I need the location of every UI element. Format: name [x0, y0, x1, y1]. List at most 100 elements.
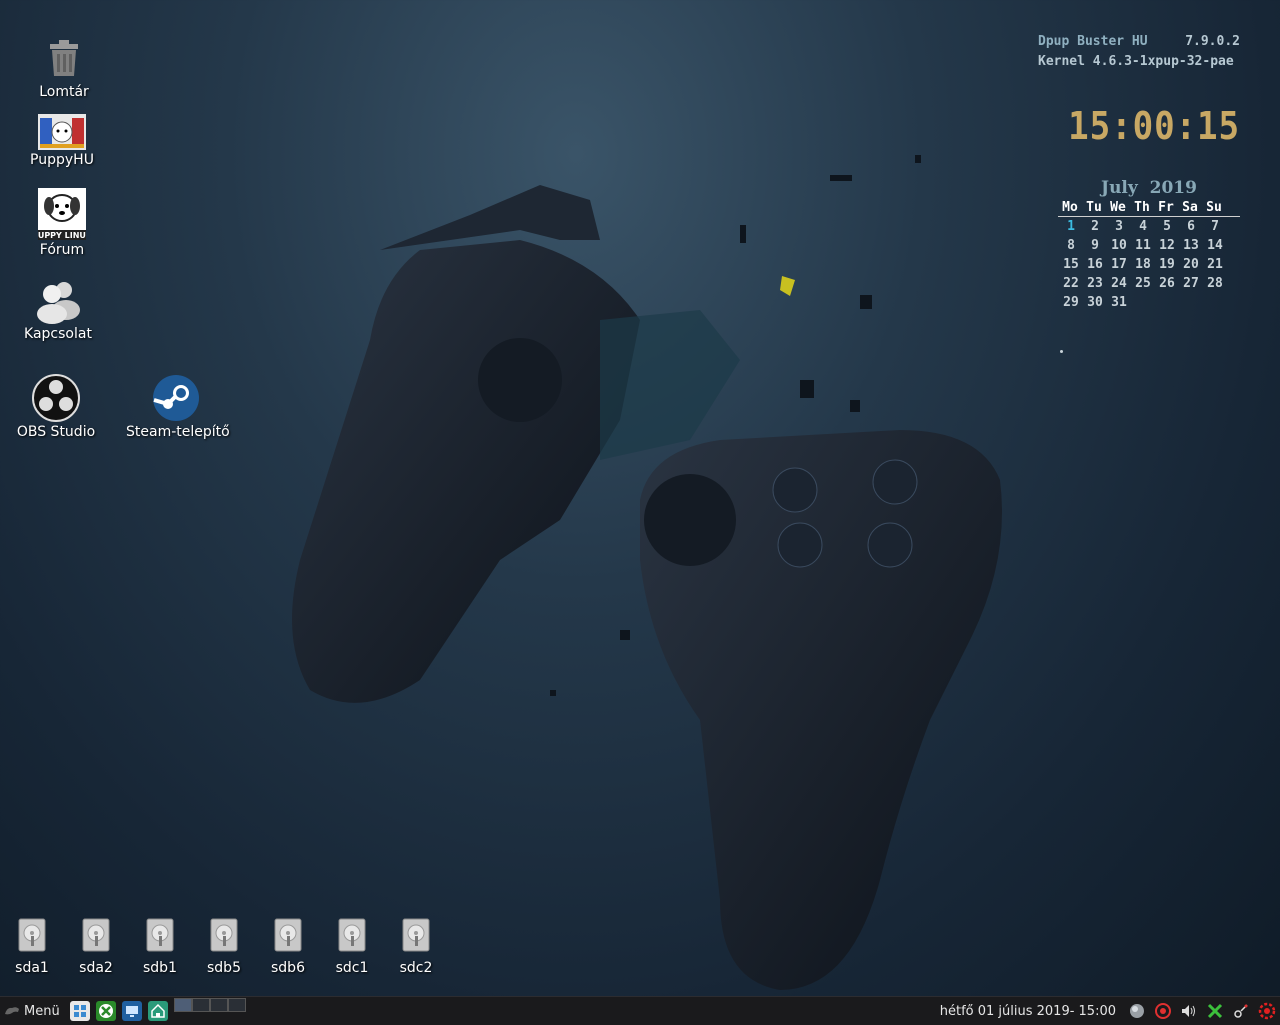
desktop-icon-label: PuppyHU [30, 152, 94, 168]
system-tray: hétfő 01 július 2019- 15:00 [940, 997, 1280, 1025]
calendar-day: 8 [1067, 238, 1075, 253]
drive-icon [81, 918, 111, 952]
steam-icon [152, 374, 200, 422]
weekday: Mo [1062, 200, 1078, 215]
calendar-header: July 2019 [1058, 178, 1240, 198]
calendar-day: 13 [1183, 238, 1199, 253]
desktop-icon-label: Lomtár [39, 84, 89, 100]
calendar-day: 4 [1139, 219, 1147, 234]
drive-icon [17, 918, 47, 952]
users-icon [34, 276, 82, 324]
drive-label: sdb1 [143, 960, 177, 976]
desktop-icon-label: Fórum [39, 242, 85, 258]
workspace-4[interactable] [227, 998, 246, 1012]
drive-icon [273, 918, 303, 952]
calendar-day: 1 [1067, 219, 1075, 234]
calendar-day: 12 [1159, 238, 1175, 253]
drive-label: sda1 [15, 960, 49, 976]
calendar-days: 1 2 3 4 5 6 7 8 9 10 11 12 13 14 15 16 17 18 19 20 21 22 23 24 2… [1058, 219, 1240, 310]
calendar-day: 30 [1087, 295, 1103, 310]
desktop-icon-steam[interactable]: Steam-telepítő [126, 374, 230, 440]
weekday: We [1110, 200, 1126, 215]
calendar-day: 17 [1111, 257, 1127, 272]
drive-sdb6[interactable]: sdb6 [261, 918, 315, 976]
desktop-icon-obs[interactable]: OBS Studio [6, 374, 106, 440]
workspace-2[interactable] [191, 998, 210, 1012]
desktop-icon-forum[interactable]: PUPPY LINUX Fórum [12, 188, 112, 258]
windows-icon[interactable] [69, 1001, 90, 1021]
home-folder-icon[interactable] [147, 1001, 168, 1021]
menu-label: Menü [24, 1003, 60, 1019]
svg-text:PUPPY LINUX: PUPPY LINUX [38, 231, 86, 240]
drive-sdb5[interactable]: sdb5 [197, 918, 251, 976]
calendar-day: 19 [1159, 257, 1175, 272]
calendar-day: 2 [1091, 219, 1099, 234]
drive-label: sdb6 [271, 960, 305, 976]
calendar-day: 5 [1163, 219, 1171, 234]
drive-label: sda2 [79, 960, 113, 976]
drive-sdb1[interactable]: sdb1 [133, 918, 187, 976]
drive-icon [401, 918, 431, 952]
workspace-1[interactable] [173, 998, 192, 1012]
drive-icon [209, 918, 239, 952]
calendar-day: 23 [1087, 276, 1103, 291]
puppy-linux-forum-icon: PUPPY LINUX [38, 188, 86, 240]
conky-calendar: July 2019 Mo Tu We Th Fr Sa Su 123456789… [1058, 178, 1240, 353]
desktop-icon-trash[interactable]: Lomtár [14, 34, 114, 100]
desktop-icon-label: Steam-telepítő [126, 424, 230, 440]
drive-label: sdc2 [399, 960, 433, 976]
weekday: Th [1134, 200, 1150, 215]
puppyhu-icon [38, 114, 86, 150]
desktop-icon-contact[interactable]: Kapcsolat [8, 276, 108, 342]
calendar-day: 28 [1207, 276, 1223, 291]
x-icon[interactable] [1205, 1001, 1225, 1021]
drive-icon [145, 918, 175, 952]
calendar-day: 29 [1063, 295, 1079, 310]
conky-system-info: Dpup Buster HU 7.9.0.2 Kernel 4.6.3-1xpu… [1038, 32, 1240, 72]
xbox-icon[interactable] [95, 1001, 116, 1021]
kernel-label: Kernel [1038, 54, 1085, 69]
taskbar-datetime[interactable]: hétfő 01 július 2019- 15:00 [940, 1004, 1116, 1019]
taskbar: Menü hétfő 01 július 2019- 15:00 [0, 996, 1280, 1025]
calendar-day: 9 [1091, 238, 1099, 253]
record-icon[interactable] [1153, 1001, 1173, 1021]
weekday: Su [1206, 200, 1222, 215]
power-icon[interactable] [1257, 1001, 1277, 1021]
desktop-icon-label: Kapcsolat [24, 326, 92, 342]
volume-icon[interactable] [1179, 1001, 1199, 1021]
trash-icon [40, 34, 88, 82]
calendar-day: 11 [1135, 238, 1151, 253]
calendar-day: 20 [1183, 257, 1199, 272]
workspace-3[interactable] [209, 998, 228, 1012]
desktop-icon-puppyhu[interactable]: PuppyHU [12, 114, 112, 168]
calendar-day: 14 [1207, 238, 1223, 253]
calendar-day: 27 [1183, 276, 1199, 291]
drive-sda1[interactable]: sda1 [5, 918, 59, 976]
weekday: Tu [1086, 200, 1102, 215]
weekday: Sa [1182, 200, 1198, 215]
monitor-icon[interactable] [121, 1001, 142, 1021]
calendar-day: 15 [1063, 257, 1079, 272]
calendar-day: 16 [1087, 257, 1103, 272]
menu-button[interactable]: Menü [0, 997, 64, 1025]
settings-icon[interactable] [1231, 1001, 1251, 1021]
drive-sda2[interactable]: sda2 [69, 918, 123, 976]
calendar-year: 2019 [1149, 178, 1197, 198]
wallpaper [292, 155, 1002, 990]
network-icon[interactable] [1127, 1001, 1147, 1021]
calendar-weekdays: Mo Tu We Th Fr Sa Su [1058, 200, 1240, 217]
desktop-icon-label: OBS Studio [16, 424, 96, 440]
drive-sdc1[interactable]: sdc1 [325, 918, 379, 976]
calendar-day: 26 [1159, 276, 1175, 291]
calendar-day: 25 [1135, 276, 1151, 291]
drive-icon [337, 918, 367, 952]
calendar-day: 24 [1111, 276, 1127, 291]
kernel-version: 4.6.3-1xpup-32-pae [1092, 54, 1234, 69]
workspace-pager[interactable] [173, 998, 246, 1024]
calendar-day: 31 [1111, 295, 1127, 310]
drive-label: sdc1 [335, 960, 369, 976]
calendar-day: 18 [1135, 257, 1151, 272]
calendar-dot [1060, 350, 1063, 353]
calendar-day: 22 [1063, 276, 1079, 291]
drive-sdc2[interactable]: sdc2 [389, 918, 443, 976]
